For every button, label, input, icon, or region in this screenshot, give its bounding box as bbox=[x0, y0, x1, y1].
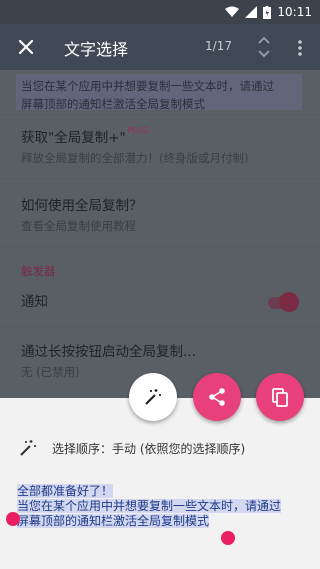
page-title: 文字选择 bbox=[64, 40, 129, 59]
battery-icon bbox=[263, 5, 272, 19]
preview-line-3: 屏幕顶部的通知栏激活全局复制模式 bbox=[17, 514, 210, 528]
section-trigger-label: 触发器 bbox=[21, 264, 56, 278]
plus-badge: PLUS bbox=[127, 126, 148, 135]
list-item-longpress[interactable]: 通过长按按钮启动全局复制... 无 (已禁用) bbox=[21, 340, 311, 380]
status-icons: 10:11 bbox=[225, 0, 312, 24]
signal-icon bbox=[245, 6, 258, 18]
list-item-intro[interactable]: 当您在某个应用中并想要复制一些文本时，请通过 屏幕顶部的通知栏激活全局复制模式 bbox=[21, 78, 311, 112]
selected-text-preview[interactable]: 全部都准备好了！ 当您在某个应用中并想要复制一些文本时，请通过 屏幕顶部的通知栏… bbox=[17, 484, 301, 529]
more-vert-icon[interactable] bbox=[292, 38, 308, 58]
divider bbox=[0, 114, 320, 115]
howto-subtitle: 查看全局复制使用教程 bbox=[21, 219, 136, 233]
notification-toggle-knob[interactable] bbox=[279, 292, 299, 312]
notification-title: 通知 bbox=[21, 294, 48, 310]
magic-wand-icon bbox=[145, 389, 161, 405]
status-bar: 10:11 bbox=[0, 0, 320, 24]
intro-line-2: 屏幕顶部的通知栏激活全局复制模式 bbox=[21, 97, 205, 111]
intro-line-1: 当您在某个应用中并想要复制一些文本时，请通过 bbox=[21, 79, 274, 93]
selection-order-text: 选择顺序：手动 (依照您的选择顺序) bbox=[52, 441, 246, 456]
chevron-up-down-icon[interactable] bbox=[255, 33, 273, 61]
divider bbox=[0, 246, 320, 247]
howto-title: 如何使用全局复制？ bbox=[21, 198, 143, 214]
magic-select-button[interactable] bbox=[129, 373, 177, 421]
share-button[interactable] bbox=[193, 373, 241, 421]
app-toolbar: 文字选择 1/17 bbox=[0, 24, 320, 70]
wifi-icon bbox=[225, 6, 240, 17]
preview-line-2: 当您在某个应用中并想要复制一些文本时，请通过 bbox=[17, 499, 282, 513]
share-icon bbox=[209, 388, 225, 406]
close-icon[interactable] bbox=[14, 35, 38, 59]
status-time: 10:11 bbox=[277, 5, 312, 19]
magic-wand-icon bbox=[20, 440, 36, 456]
list-item-howto[interactable]: 如何使用全局复制？ 查看全局复制使用教程 bbox=[21, 194, 311, 234]
longpress-title: 通过长按按钮启动全局复制... bbox=[21, 344, 196, 360]
list-item-notification[interactable]: 通知 bbox=[21, 290, 251, 310]
upgrade-subtitle: 释放全局复制的全部潜力！(终身版或月付制) bbox=[21, 151, 249, 165]
selection-end-handle[interactable] bbox=[221, 531, 235, 545]
selection-start-handle[interactable] bbox=[6, 512, 20, 526]
copy-button[interactable] bbox=[256, 373, 304, 421]
settings-list: 当您在某个应用中并想要复制一些文本时，请通过 屏幕顶部的通知栏激活全局复制模式 … bbox=[0, 70, 320, 398]
divider bbox=[0, 326, 320, 327]
list-item-upgrade[interactable]: 获取"全局复制+" PLUS 释放全局复制的全部潜力！(终身版或月付制) bbox=[21, 126, 311, 166]
section-header-trigger: 触发器 bbox=[21, 260, 320, 279]
preview-line-1: 全部都准备好了！ bbox=[17, 484, 114, 498]
page-counter: 1/17 bbox=[205, 39, 232, 53]
upgrade-title: 获取"全局复制+" bbox=[21, 130, 126, 146]
divider bbox=[0, 178, 320, 179]
selection-order-row[interactable]: 选择顺序：手动 (依照您的选择顺序) bbox=[18, 438, 245, 458]
copy-icon bbox=[272, 388, 288, 407]
